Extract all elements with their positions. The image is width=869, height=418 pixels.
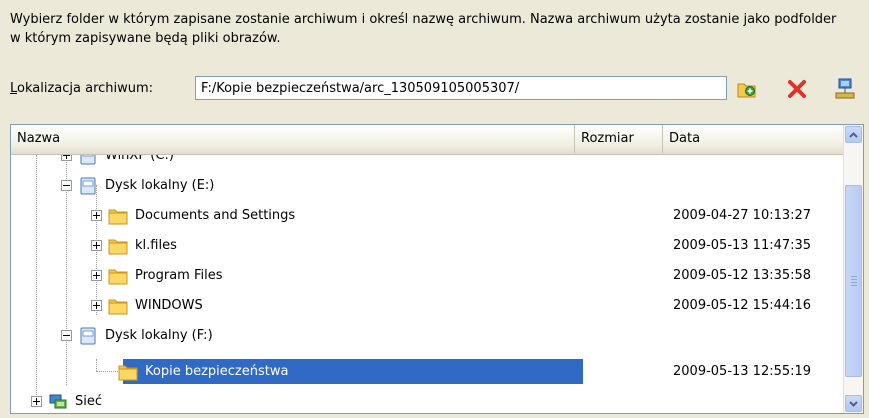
network-icon <box>835 78 855 99</box>
tree-row-network[interactable]: Sieć <box>11 387 845 413</box>
collapse-toggle[interactable] <box>61 180 72 191</box>
tree-row-kopie-bezpieczenstwa[interactable]: Kopie bezpieczeństwa 2009-05-13 12:55:19 <box>11 357 845 386</box>
instructions-text: Wybierz folder w którym zapisane zostani… <box>10 12 837 46</box>
drive-icon <box>80 177 96 194</box>
vertical-scrollbar[interactable] <box>843 125 863 413</box>
folder-icon <box>108 269 128 284</box>
tree-row-documents-and-settings[interactable]: Documents and Settings 2009-04-27 10:13:… <box>11 201 845 230</box>
chevron-down-icon <box>849 400 858 407</box>
location-row: Lokalizacja archiwum: <box>10 76 860 102</box>
new-folder-button[interactable] <box>734 76 760 102</box>
scroll-up-button[interactable] <box>845 126 862 143</box>
expand-toggle[interactable] <box>91 240 102 251</box>
expand-toggle[interactable] <box>91 270 102 281</box>
location-label: Lokalizacja archiwum: <box>10 81 154 96</box>
expand-toggle[interactable] <box>91 300 102 311</box>
column-date[interactable]: Data <box>663 125 845 153</box>
folder-tree[interactable]: Nazwa Rozmiar Data WinXP (C:) Dysk lokal… <box>10 124 864 414</box>
drive-icon <box>80 327 96 344</box>
delete-button[interactable] <box>784 76 810 102</box>
chevron-up-icon <box>849 131 858 138</box>
tree-row-drive-e[interactable]: Dysk lokalny (E:) <box>11 171 845 200</box>
expand-toggle[interactable] <box>61 155 72 161</box>
tree-item-label: Dysk lokalny (F:) <box>105 328 213 343</box>
tree-row-drive-f[interactable]: Dysk lokalny (F:) <box>11 321 845 350</box>
network-button[interactable] <box>832 76 858 102</box>
tree-item-label: WinXP (C:) <box>105 155 174 163</box>
tree-item-label: kl.files <box>135 238 177 253</box>
column-header: Nazwa Rozmiar Data <box>11 125 845 155</box>
tree-rows: WinXP (C:) Dysk lokalny (E:) Documents a… <box>11 155 845 413</box>
folder-icon <box>108 239 128 254</box>
column-size[interactable]: Rozmiar <box>575 125 663 153</box>
tree-row-program-files[interactable]: Program Files 2009-05-12 13:35:58 <box>11 261 845 290</box>
expand-toggle[interactable] <box>31 396 42 407</box>
tree-item-date: 2009-05-13 12:55:19 <box>673 364 812 379</box>
tree-item-label: Dysk lokalny (E:) <box>105 178 215 193</box>
tree-item-date: 2009-05-12 13:35:58 <box>673 268 812 283</box>
location-input[interactable] <box>195 76 727 100</box>
network-places-icon <box>49 394 67 408</box>
tree-item-label: Kopie bezpieczeństwa <box>142 363 292 380</box>
new-folder-icon <box>737 83 756 98</box>
scroll-thumb[interactable] <box>845 185 862 377</box>
tree-item-label: WINDOWS <box>135 298 203 313</box>
collapse-toggle[interactable] <box>61 330 72 341</box>
column-name[interactable]: Nazwa <box>11 125 575 153</box>
tree-item-date: 2009-05-13 11:47:35 <box>673 238 812 253</box>
folder-icon <box>108 209 128 224</box>
scroll-down-button[interactable] <box>845 395 862 412</box>
tree-item-date: 2009-05-12 15:44:16 <box>673 298 812 313</box>
tree-row-windows[interactable]: WINDOWS 2009-05-12 15:44:16 <box>11 291 845 320</box>
drive-icon <box>80 155 96 164</box>
tree-item-date: 2009-04-27 10:13:27 <box>673 208 812 223</box>
tree-item-label: Program Files <box>135 268 223 283</box>
tree-row-kl-files[interactable]: kl.files 2009-05-13 11:47:35 <box>11 231 845 260</box>
tree-item-label: Documents and Settings <box>135 208 296 223</box>
folder-icon <box>108 299 128 314</box>
expand-toggle[interactable] <box>91 210 102 221</box>
delete-icon <box>788 80 806 98</box>
tree-row-drive-c[interactable]: WinXP (C:) <box>11 155 845 170</box>
folder-open-icon <box>118 365 138 380</box>
tree-item-label: Sieć <box>75 394 103 409</box>
